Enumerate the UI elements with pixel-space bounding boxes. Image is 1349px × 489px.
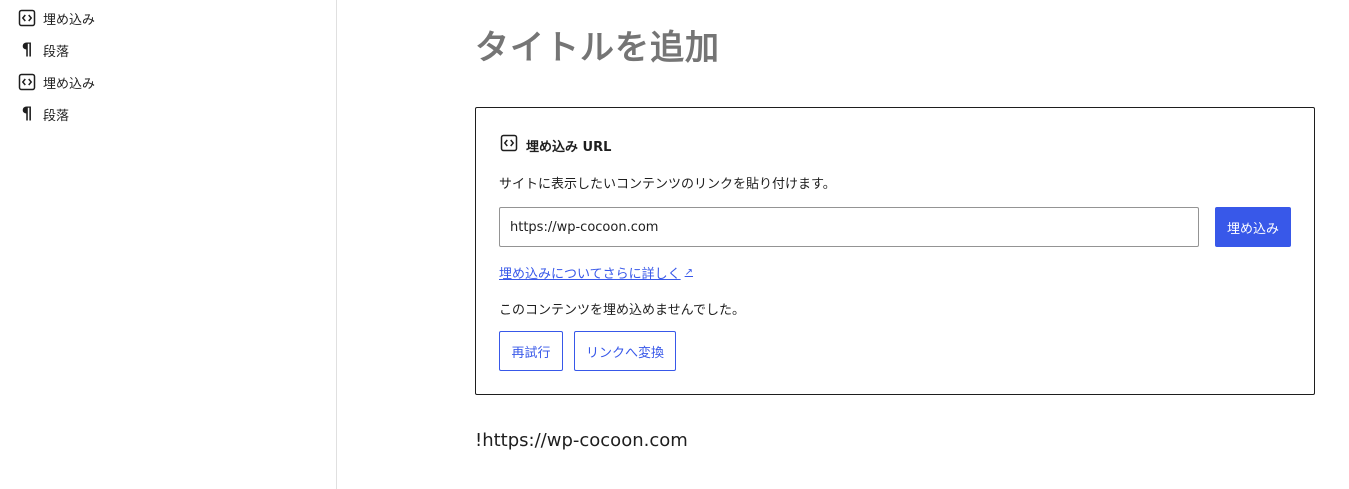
embed-icon — [500, 134, 518, 156]
editor-canvas: タイトルを追加 埋め込み URL サイトに表示したいコンテンツのリンクを貼り付け… — [338, 0, 1349, 489]
external-link-icon: ↗ — [684, 267, 694, 278]
learn-more-link[interactable]: 埋め込みについてさらに詳しく ↗ — [499, 263, 693, 282]
paragraph-icon: ¶ — [21, 104, 33, 124]
embed-icon — [18, 73, 36, 91]
embed-icon — [18, 9, 36, 27]
embed-instructions: サイトに表示したいコンテンツのリンクを貼り付けます。 — [499, 177, 836, 192]
embed-header: 埋め込み URL — [500, 134, 611, 156]
list-item-label: 段落 — [43, 108, 70, 124]
embed-button[interactable]: 埋め込み — [1215, 207, 1291, 247]
list-item-paragraph[interactable]: ¶ 段落 — [0, 36, 336, 64]
list-item-embed[interactable]: 埋め込み — [0, 68, 336, 96]
retry-button[interactable]: 再試行 — [499, 331, 563, 371]
list-item-paragraph[interactable]: ¶ 段落 — [0, 100, 336, 128]
list-item-embed[interactable]: 埋め込み — [0, 4, 336, 32]
embed-header-label: 埋め込み URL — [526, 139, 612, 155]
learn-more-label: 埋め込みについてさらに詳しく — [499, 267, 681, 282]
list-item-label: 埋め込み — [43, 76, 96, 92]
post-title[interactable]: タイトルを追加 — [475, 20, 720, 69]
list-view-sidebar: 埋め込み ¶ 段落 埋め込み ¶ 段落 — [0, 0, 337, 489]
block-editor: 埋め込み ¶ 段落 埋め込み ¶ 段落 タイトルを追加 埋め込み URL サイト… — [0, 0, 1349, 489]
paragraph-icon: ¶ — [21, 40, 33, 60]
embed-error-message: このコンテンツを埋め込めませんでした。 — [499, 303, 745, 318]
list-item-label: 段落 — [43, 44, 70, 60]
embed-url-input[interactable] — [499, 207, 1199, 247]
convert-to-link-button[interactable]: リンクへ変換 — [574, 331, 676, 371]
list-item-label: 埋め込み — [43, 12, 96, 28]
paragraph-block[interactable]: !https://wp-cocoon.com — [475, 430, 688, 451]
embed-placeholder[interactable]: 埋め込み URL サイトに表示したいコンテンツのリンクを貼り付けます。 埋め込み… — [475, 107, 1315, 395]
